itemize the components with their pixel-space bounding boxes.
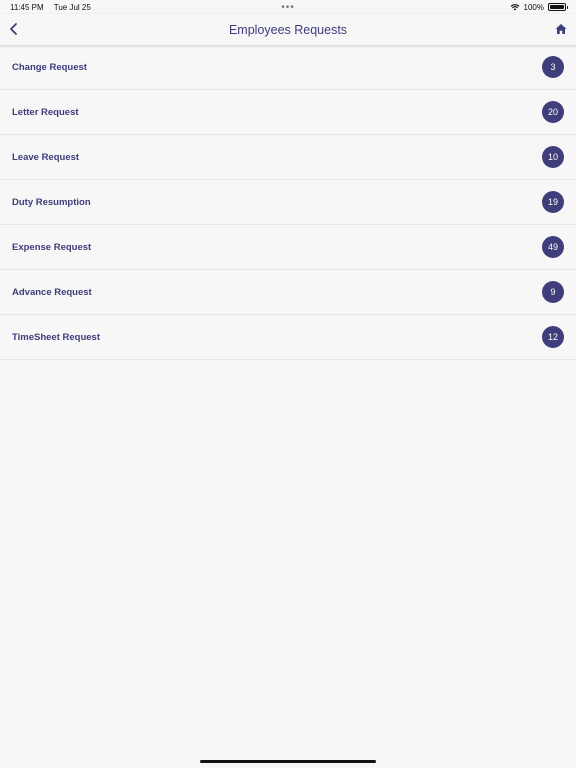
status-right: 100%	[510, 2, 568, 12]
list-item-label: Change Request	[12, 61, 87, 73]
count-badge: 10	[542, 146, 564, 168]
chevron-left-icon[interactable]	[8, 22, 20, 36]
status-bar: 11:45 PM Tue Jul 25 ••• 100%	[0, 0, 576, 14]
status-time: 11:45 PM	[10, 2, 44, 12]
multitask-dots[interactable]: •••	[281, 2, 295, 13]
status-left: 11:45 PM Tue Jul 25	[10, 3, 99, 12]
home-icon[interactable]	[555, 23, 567, 35]
requests-list: Change Request 3 Letter Request 20 Leave…	[0, 45, 576, 360]
page-title: Employees Requests	[228, 22, 348, 37]
count-badge: 20	[542, 101, 564, 123]
count-badge: 3	[542, 56, 564, 78]
count-badge: 12	[542, 326, 564, 348]
list-item-timesheet-request[interactable]: TimeSheet Request 12	[0, 315, 576, 360]
list-item-expense-request[interactable]: Expense Request 49	[0, 225, 576, 270]
list-item-duty-resumption[interactable]: Duty Resumption 19	[0, 180, 576, 225]
list-item-label: Expense Request	[12, 241, 92, 253]
count-badge: 9	[542, 281, 564, 303]
count-badge: 49	[542, 236, 564, 258]
list-item-label: Advance Request	[12, 286, 92, 298]
count-badge: 19	[542, 191, 564, 213]
list-item-label: TimeSheet Request	[12, 331, 100, 343]
list-item-label: Leave Request	[12, 151, 80, 163]
list-item-leave-request[interactable]: Leave Request 10	[0, 135, 576, 180]
list-item-label: Duty Resumption	[12, 196, 91, 208]
list-item-change-request[interactable]: Change Request 3	[0, 45, 576, 90]
list-item-label: Letter Request	[12, 106, 79, 118]
navigation-bar: Employees Requests	[0, 14, 576, 45]
list-item-letter-request[interactable]: Letter Request 20	[0, 90, 576, 135]
list-item-advance-request[interactable]: Advance Request 9	[0, 270, 576, 315]
battery-percent: 100%	[523, 2, 544, 12]
battery-icon	[548, 3, 568, 11]
home-indicator[interactable]	[200, 760, 376, 763]
wifi-icon	[510, 4, 519, 11]
status-date: Tue Jul 25	[53, 2, 91, 12]
